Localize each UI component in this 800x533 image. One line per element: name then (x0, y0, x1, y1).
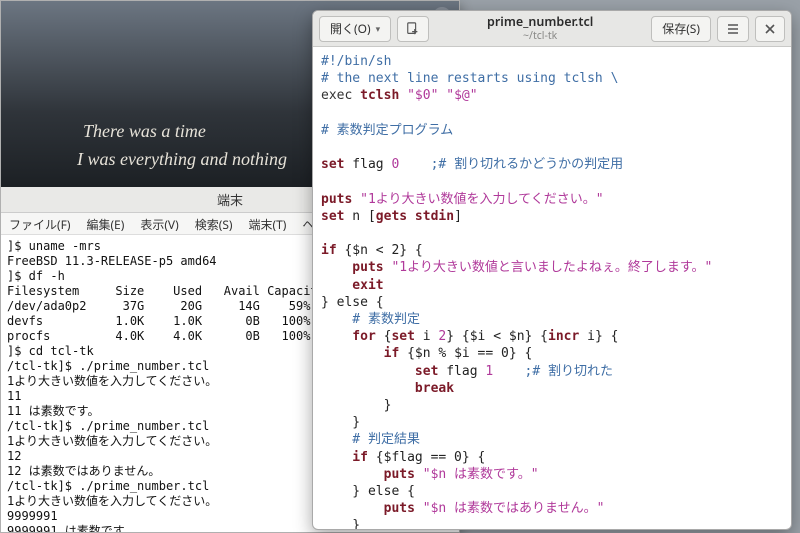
save-button[interactable]: 保存(S) (651, 16, 711, 42)
document-new-icon (406, 22, 420, 36)
editor-filename: prime_number.tcl (435, 15, 645, 29)
new-tab-button[interactable] (397, 16, 429, 42)
banner-line-2: I was everything and nothing (77, 149, 287, 170)
chevron-down-icon: ▾ (376, 22, 381, 35)
editor-window: 開く(O) ▾ prime_number.tcl ~/tcl-tk 保存(S) (312, 10, 792, 530)
open-button-label: 開く(O) (330, 20, 371, 37)
editor-headerbar: 開く(O) ▾ prime_number.tcl ~/tcl-tk 保存(S) (313, 11, 791, 47)
save-button-label: 保存(S) (662, 20, 700, 37)
menu-view[interactable]: 表示(V) (132, 213, 186, 234)
menu-terminal[interactable]: 端末(T) (241, 213, 295, 234)
close-icon (764, 23, 776, 35)
open-button[interactable]: 開く(O) ▾ (319, 16, 391, 42)
banner-line-1: There was a time (83, 121, 206, 142)
menu-file[interactable]: ファイル(F) (1, 213, 78, 234)
editor-close-button[interactable] (755, 16, 785, 42)
editor-title-block: prime_number.tcl ~/tcl-tk (435, 15, 645, 43)
hamburger-icon (726, 22, 740, 36)
hamburger-menu-button[interactable] (717, 16, 749, 42)
editor-filepath: ~/tcl-tk (435, 29, 645, 43)
menu-search[interactable]: 検索(S) (187, 213, 241, 234)
editor-code-area[interactable]: #!/bin/sh # the next line restarts using… (313, 47, 791, 529)
menu-edit[interactable]: 編集(E) (78, 213, 132, 234)
